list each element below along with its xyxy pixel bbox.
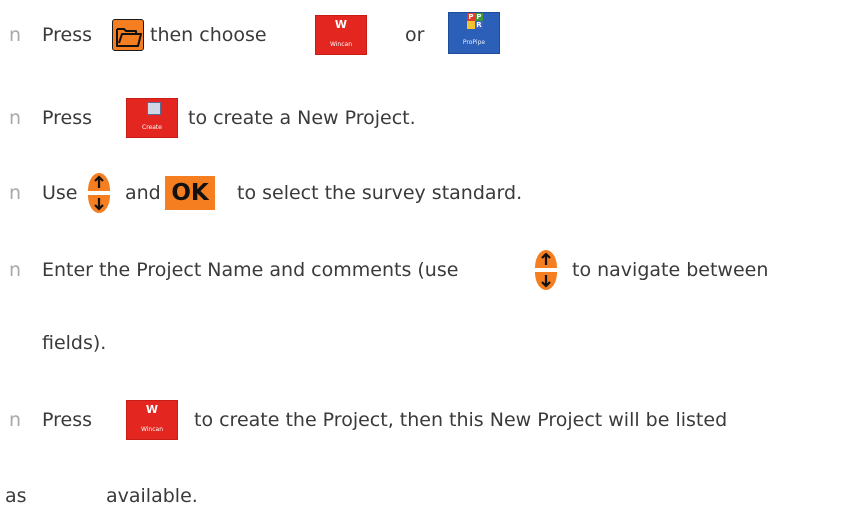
wincan-label: Wincan — [329, 41, 353, 48]
step-2-press-text: Press — [42, 107, 93, 129]
step-1-or-text: or — [405, 24, 425, 46]
step-3-and-text: and — [125, 182, 161, 204]
up-down-arrows-icon — [87, 171, 111, 215]
step-4-end-text: to navigate between — [572, 259, 769, 281]
open-folder-icon — [112, 19, 144, 51]
step-3-rest-text: to select the survey standard. — [237, 182, 523, 204]
save-disk-icon — [147, 102, 161, 115]
step-4-cont-text: fields). — [42, 332, 107, 354]
step-5-cont-b-text: available. — [106, 485, 198, 507]
step-5-press-text: Press — [42, 409, 93, 431]
propipe-letter-3 — [467, 21, 475, 29]
propipe-letter-1: P — [467, 13, 475, 21]
wincan-mark: W — [145, 403, 159, 416]
bullet: n — [9, 24, 22, 46]
step-2-rest-text: to create a New Project. — [188, 107, 416, 129]
step-5-cont-a-text: as — [5, 485, 27, 507]
wincan-icon: W Wincan — [126, 400, 178, 440]
step-5-rest-text: to create the Project, then this New Pro… — [194, 409, 728, 431]
step-4-start-text: Enter the Project Name and comments (use — [42, 259, 459, 281]
wincan-label: Wincan — [140, 426, 164, 433]
propipe-letter-2: P — [475, 13, 483, 21]
wincan-mark: W — [334, 18, 348, 31]
bullet: n — [9, 107, 22, 129]
up-down-arrows-icon — [534, 248, 558, 292]
bullet: n — [9, 409, 22, 431]
step-3-use-text: Use — [42, 182, 78, 204]
propipe-label: ProPipe — [462, 39, 486, 46]
propipe-letter-4: R — [475, 21, 483, 29]
bullet: n — [9, 182, 22, 204]
create-label: Create — [142, 124, 162, 131]
step-1-then-choose-text: then choose — [150, 24, 267, 46]
propipe-icon: P P R ProPipe — [448, 12, 500, 54]
ok-icon: OK — [165, 176, 215, 210]
bullet: n — [9, 259, 22, 281]
create-icon: Create — [126, 98, 178, 138]
step-1-press-text: Press — [42, 24, 93, 46]
wincan-icon: W Wincan — [315, 15, 367, 55]
